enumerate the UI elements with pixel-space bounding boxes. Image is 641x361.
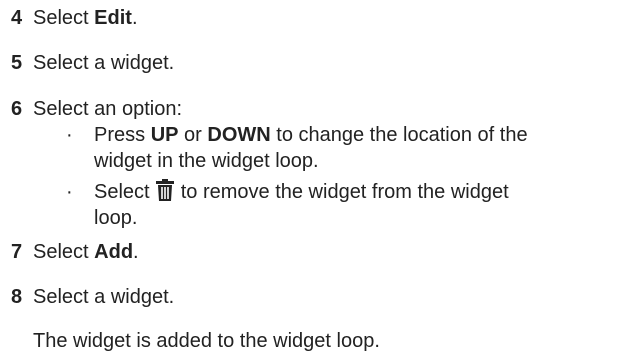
step-text: Select a widget.: [33, 52, 175, 74]
bullet-text-part: Select: [94, 181, 156, 203]
key-up-label: UP: [150, 124, 179, 146]
step-emphasis-add: Add: [94, 241, 134, 263]
bullet-symbol: ·: [66, 124, 73, 146]
step-text: Select an option:: [33, 98, 182, 120]
step-text-pre: Select: [33, 7, 95, 29]
step-number: 4: [11, 7, 23, 29]
step-number: 8: [11, 286, 23, 308]
instructions-document: 4 Select Edit. 5 Select a widget. 6 Sele…: [0, 0, 641, 361]
bullet-2-line-2: loop.: [94, 207, 138, 229]
trash-icon: [156, 179, 175, 208]
step-text-pre: Select: [33, 241, 95, 263]
result-text: The widget is added to the widget loop.: [33, 330, 380, 352]
bullet-text-part: to change the location of the: [270, 124, 528, 146]
bullet-1-line-2: widget in the widget loop.: [94, 150, 319, 172]
bullet-text-part: Press: [94, 124, 151, 146]
step-text: Select Edit.: [33, 5, 138, 31]
bullet-1-line-1: Press UP or DOWN to change the location …: [94, 122, 528, 148]
step-number: 6: [11, 98, 23, 120]
bullet-text-part: or: [178, 124, 208, 146]
step-text-post: .: [133, 241, 139, 263]
bullet-2-line-1: Select to remove the widget from the wid…: [94, 179, 509, 208]
step-text: Select Add.: [33, 239, 139, 265]
step-text: Select a widget.: [33, 286, 175, 308]
step-emphasis-edit: Edit: [94, 7, 132, 29]
step-number: 7: [11, 241, 23, 263]
bullet-text-part: to remove the widget from the widget: [175, 181, 509, 203]
bullet-symbol: ·: [66, 181, 73, 203]
key-down-label: DOWN: [207, 124, 271, 146]
step-number: 5: [11, 52, 23, 74]
step-text-post: .: [131, 7, 138, 29]
